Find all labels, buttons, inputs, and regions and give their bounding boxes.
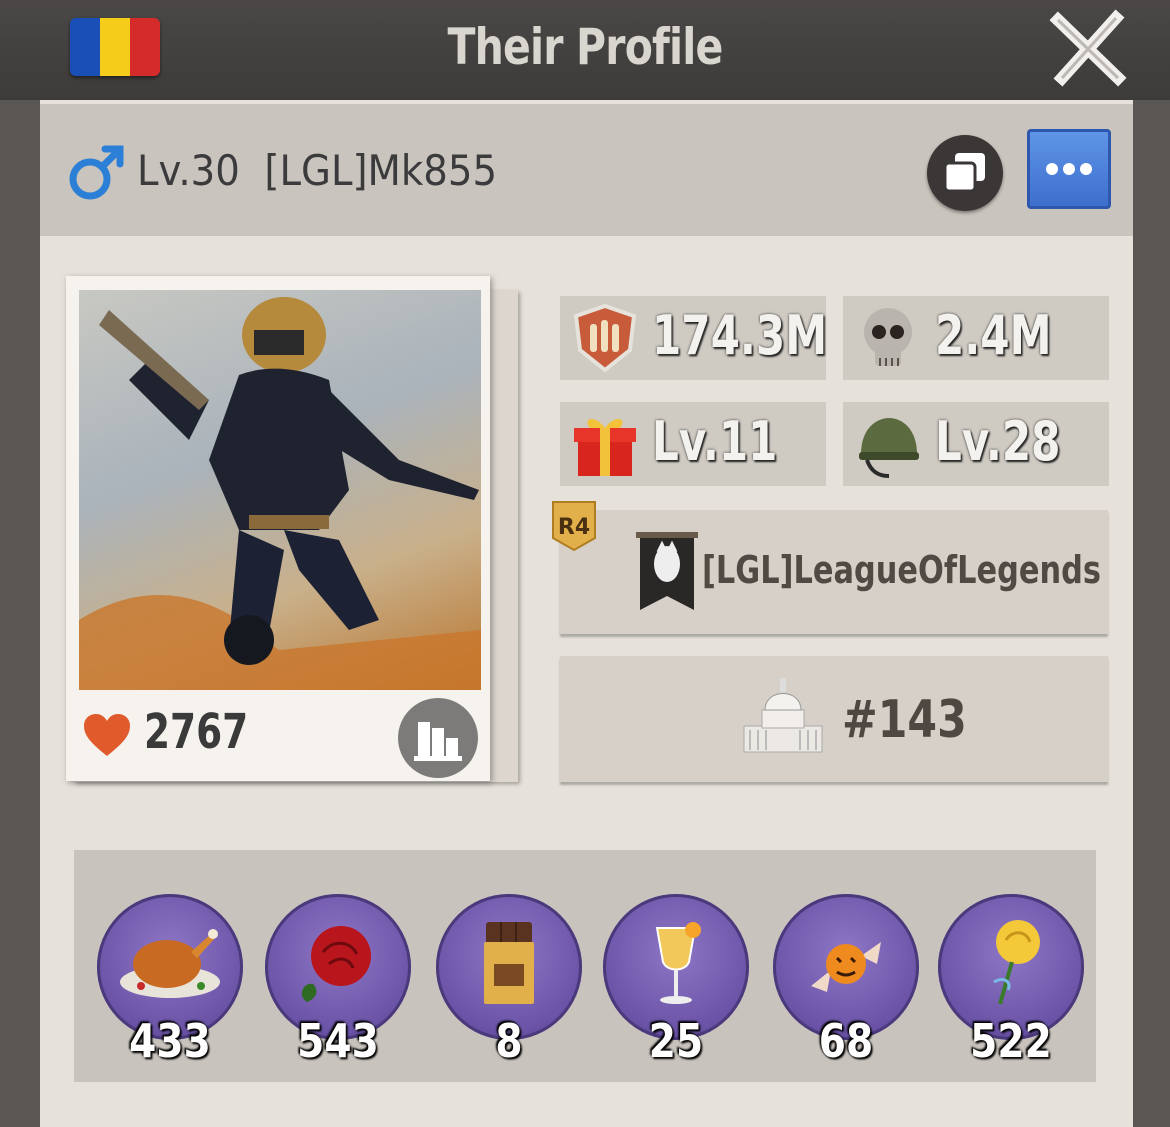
roast-turkey-icon: [120, 929, 220, 998]
alliance-name: [LGL]LeagueOfLegends: [702, 548, 1101, 592]
more-options-button[interactable]: [1027, 129, 1111, 209]
r4-rank-badge: R4: [552, 501, 596, 552]
helmet-icon: [859, 418, 919, 478]
player-avatar[interactable]: [79, 290, 481, 690]
alliance-banner-icon: [636, 532, 698, 610]
ranking-button[interactable]: [398, 698, 478, 778]
svg-text:R4: R4: [558, 515, 590, 540]
heart-icon: [84, 714, 130, 756]
red-rose-icon: [301, 926, 371, 1002]
gift-item[interactable]: 8: [436, 894, 582, 1068]
gift-count: 68: [818, 1014, 874, 1068]
kills-value: 2.4M: [935, 304, 1052, 367]
halloween-candy-icon: [811, 942, 881, 992]
power-stat: 174.3M: [560, 296, 828, 380]
gift-count: 522: [970, 1014, 1052, 1068]
page-title: Their Profile: [447, 18, 723, 76]
close-button[interactable]: [1048, 8, 1128, 88]
cocktail-glass-icon: [655, 922, 701, 1004]
power-value: 174.3M: [652, 304, 828, 367]
gift-item[interactable]: 433: [97, 894, 243, 1068]
bullets-shield-icon: [573, 303, 637, 373]
helmet-level-value: Lv.28: [935, 410, 1061, 473]
gift-count: 25: [648, 1014, 704, 1068]
bar-chart-icon: [414, 722, 462, 761]
copy-icon: [943, 153, 985, 193]
capitol-rank: #143: [842, 690, 967, 750]
likes-count: 2767: [144, 704, 249, 760]
player-name: Lv.30 [LGL]Mk855: [137, 146, 498, 195]
gift-count: 8: [495, 1014, 523, 1068]
male-gender-icon: [69, 145, 124, 200]
avatar-image: [79, 297, 481, 690]
kills-stat: 2.4M: [843, 296, 1109, 380]
gift-item[interactable]: 25: [603, 894, 749, 1068]
chocolate-bar-icon: [484, 922, 534, 1004]
gift-count: 433: [129, 1014, 211, 1068]
close-icon: [1049, 9, 1127, 87]
gift-count: 543: [297, 1014, 379, 1068]
yellow-rose-icon: [993, 920, 1040, 1005]
helmet-level-stat: Lv.28: [843, 402, 1109, 486]
ellipsis-icon: [1046, 163, 1092, 175]
skull-icon: [864, 308, 912, 366]
gift-box-icon: [574, 418, 636, 476]
gift-level-stat: Lv.11: [560, 402, 826, 486]
capitol-rank-button[interactable]: [560, 656, 1108, 782]
copy-button[interactable]: [927, 135, 1003, 211]
gift-level-value: Lv.11: [652, 410, 778, 473]
gift-item[interactable]: 68: [773, 894, 919, 1068]
gift-item[interactable]: 522: [938, 894, 1084, 1068]
capitol-building-icon: [743, 678, 823, 753]
gift-item[interactable]: 543: [265, 894, 411, 1068]
